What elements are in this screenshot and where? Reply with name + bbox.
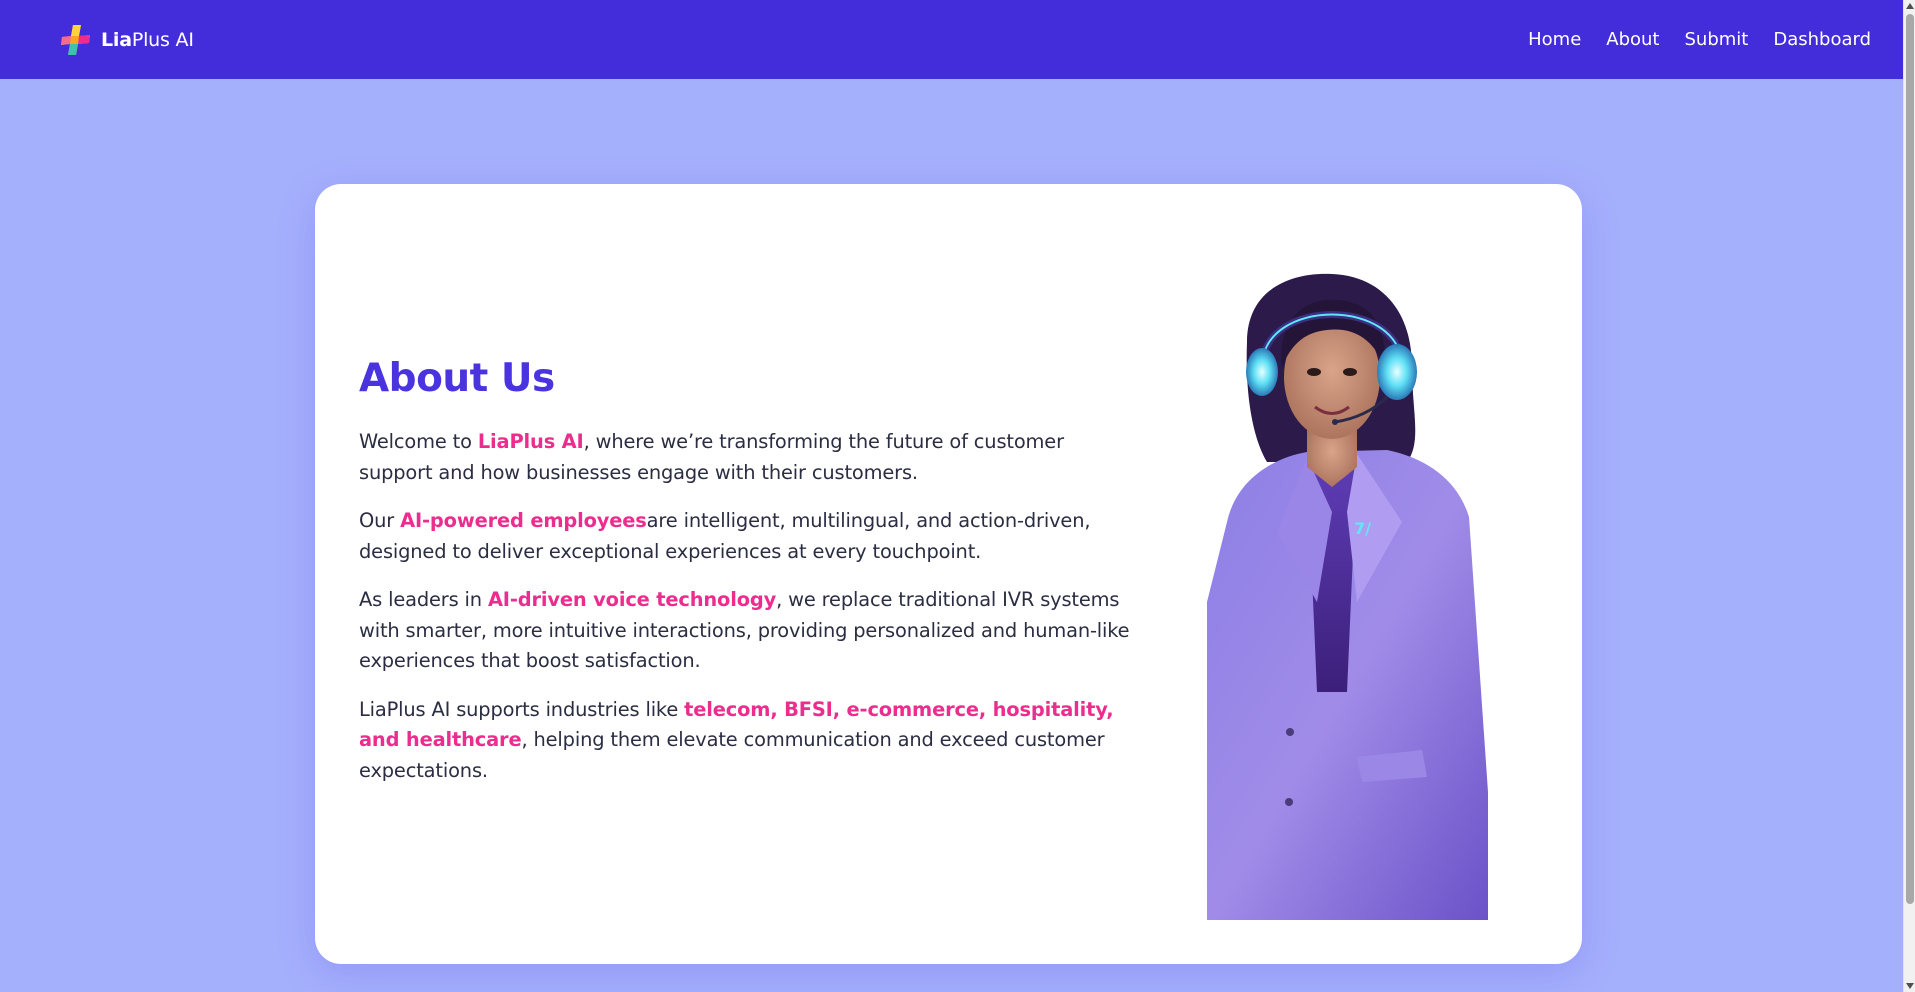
brand-name: LiaPlus AI	[101, 29, 194, 51]
intro-highlight: LiaPlus AI	[477, 430, 584, 453]
about-content: About Us Welcome to LiaPlus AI, where we…	[359, 356, 1139, 804]
employees-highlight: AI-powered employees	[400, 509, 647, 532]
ai-agent-with-headset-illustration: 7/	[1207, 272, 1488, 920]
industries-paragraph: LiaPlus AI supports industries like tele…	[359, 695, 1139, 787]
page-title: About Us	[359, 356, 555, 401]
employees-paragraph: Our AI-powered employeesare intelligent,…	[359, 506, 1139, 567]
industries-text-before: LiaPlus AI supports industries like	[359, 697, 685, 721]
about-card: About Us Welcome to LiaPlus AI, where we…	[315, 184, 1582, 964]
brand-name-rest: Plus AI	[131, 28, 194, 51]
nav-link-dashboard[interactable]: Dashboard	[1773, 29, 1871, 50]
brand-name-strong: Lia	[101, 28, 132, 51]
voice-tech-highlight: AI-driven voice technology	[487, 588, 777, 611]
top-navbar: LiaPlus AI Home About Submit Dashboard	[0, 0, 1903, 79]
voice-tech-text-before: As leaders in	[359, 588, 488, 611]
intro-paragraph: Welcome to LiaPlus AI, where we’re trans…	[359, 427, 1139, 488]
ai-agent-illustration-svg: 7/	[1207, 273, 1488, 920]
liaplus-logo-icon	[61, 24, 90, 55]
scroll-down-arrow-icon[interactable]	[1906, 983, 1914, 989]
voice-tech-paragraph: As leaders in AI-driven voice technology…	[359, 585, 1139, 677]
employees-text-before: Our	[359, 509, 401, 532]
intro-text-before: Welcome to	[359, 430, 478, 453]
svg-text:7/: 7/	[1354, 519, 1371, 538]
nav-link-about[interactable]: About	[1606, 29, 1659, 50]
nav-link-submit[interactable]: Submit	[1684, 29, 1748, 50]
brand[interactable]: LiaPlus AI	[59, 23, 194, 57]
vertical-scrollbar[interactable]	[1903, 0, 1915, 992]
nav-links: Home About Submit Dashboard	[1528, 29, 1871, 50]
nav-link-home[interactable]: Home	[1528, 29, 1581, 50]
scroll-thumb[interactable]	[1906, 14, 1914, 904]
scroll-up-arrow-icon[interactable]	[1906, 3, 1914, 9]
